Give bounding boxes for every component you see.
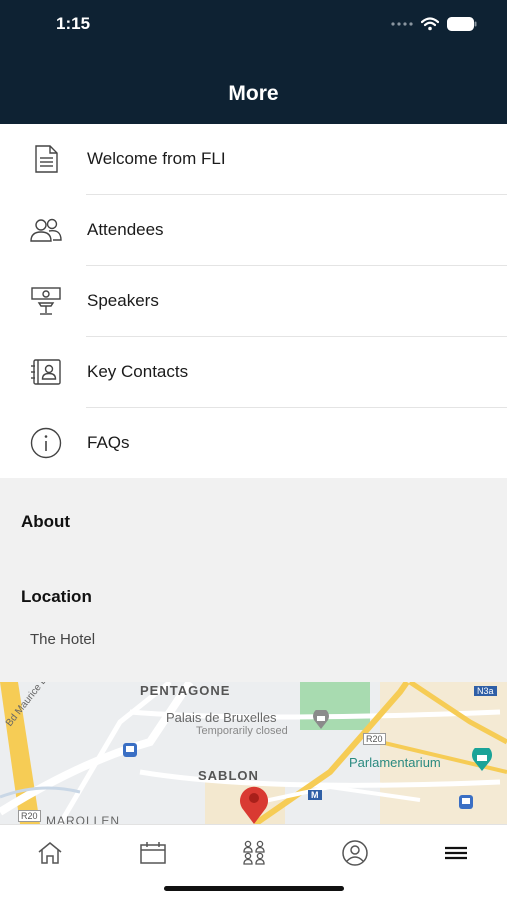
menu-item-label: Speakers (87, 291, 159, 310)
tab-more[interactable] (436, 839, 476, 867)
map-road-badge: R20 (18, 810, 41, 822)
signal-icon (391, 22, 413, 26)
info-icon (29, 427, 63, 459)
wifi-icon (421, 17, 439, 31)
battery-icon (447, 17, 477, 31)
map-label-sablon: SABLON (198, 768, 259, 783)
tab-home[interactable] (30, 839, 70, 867)
map-road-badge: R20 (363, 733, 386, 745)
more-menu-list: Welcome from FLI Attendees Speakers Key … (0, 124, 507, 479)
profile-icon (342, 840, 368, 866)
speaker-podium-icon (29, 286, 63, 316)
transit-icon (123, 743, 137, 757)
map-pin-icon[interactable] (237, 784, 271, 824)
menu-item-welcome[interactable]: Welcome from FLI (0, 124, 507, 195)
metro-icon: M (308, 790, 322, 800)
info-section: About Location The Hotel (0, 478, 507, 682)
location-heading: Location (21, 587, 92, 606)
home-indicator[interactable] (164, 886, 344, 891)
menu-item-label: FAQs (87, 433, 130, 452)
page-title: More (228, 82, 279, 105)
tab-attendees[interactable] (234, 839, 274, 867)
contact-book-icon (29, 357, 63, 387)
tab-schedule[interactable] (133, 839, 173, 867)
location-map[interactable]: PENTAGONE Palais de Bruxelles Temporaril… (0, 682, 507, 824)
tab-profile[interactable] (335, 839, 375, 867)
museum-pin-icon (472, 748, 492, 771)
menu-item-label: Key Contacts (87, 362, 189, 381)
map-road-badge: N3a (474, 686, 497, 696)
about-heading: About (21, 512, 71, 531)
people-icon (29, 215, 63, 245)
menu-item-faqs[interactable]: FAQs (0, 408, 507, 479)
map-label-parlamentarium: Parlamentarium (349, 755, 441, 770)
attendees-icon (243, 840, 265, 865)
menu-icon (445, 846, 467, 860)
status-bar: 1:15 (0, 0, 507, 52)
calendar-icon (140, 842, 166, 864)
menu-item-label: Welcome from FLI (87, 149, 226, 168)
navigation-bar: More (0, 52, 507, 124)
menu-item-label: Attendees (87, 220, 164, 239)
map-label-closed: Temporarily closed (196, 725, 288, 737)
map-label-palais: Palais de Bruxelles (166, 710, 277, 725)
status-icons (391, 15, 477, 33)
landmark-pin-icon (313, 710, 329, 729)
document-icon (29, 144, 63, 174)
map-label-marollen: MAROLLEN (46, 814, 121, 824)
location-venue: The Hotel (30, 631, 96, 648)
transit-icon (459, 795, 473, 809)
menu-item-speakers[interactable]: Speakers (0, 266, 507, 337)
map-label-pentagone: PENTAGONE (140, 683, 231, 698)
status-time: 1:15 (56, 14, 91, 33)
menu-item-attendees[interactable]: Attendees (0, 195, 507, 266)
menu-item-key-contacts[interactable]: Key Contacts (0, 337, 507, 408)
home-icon (38, 842, 62, 864)
